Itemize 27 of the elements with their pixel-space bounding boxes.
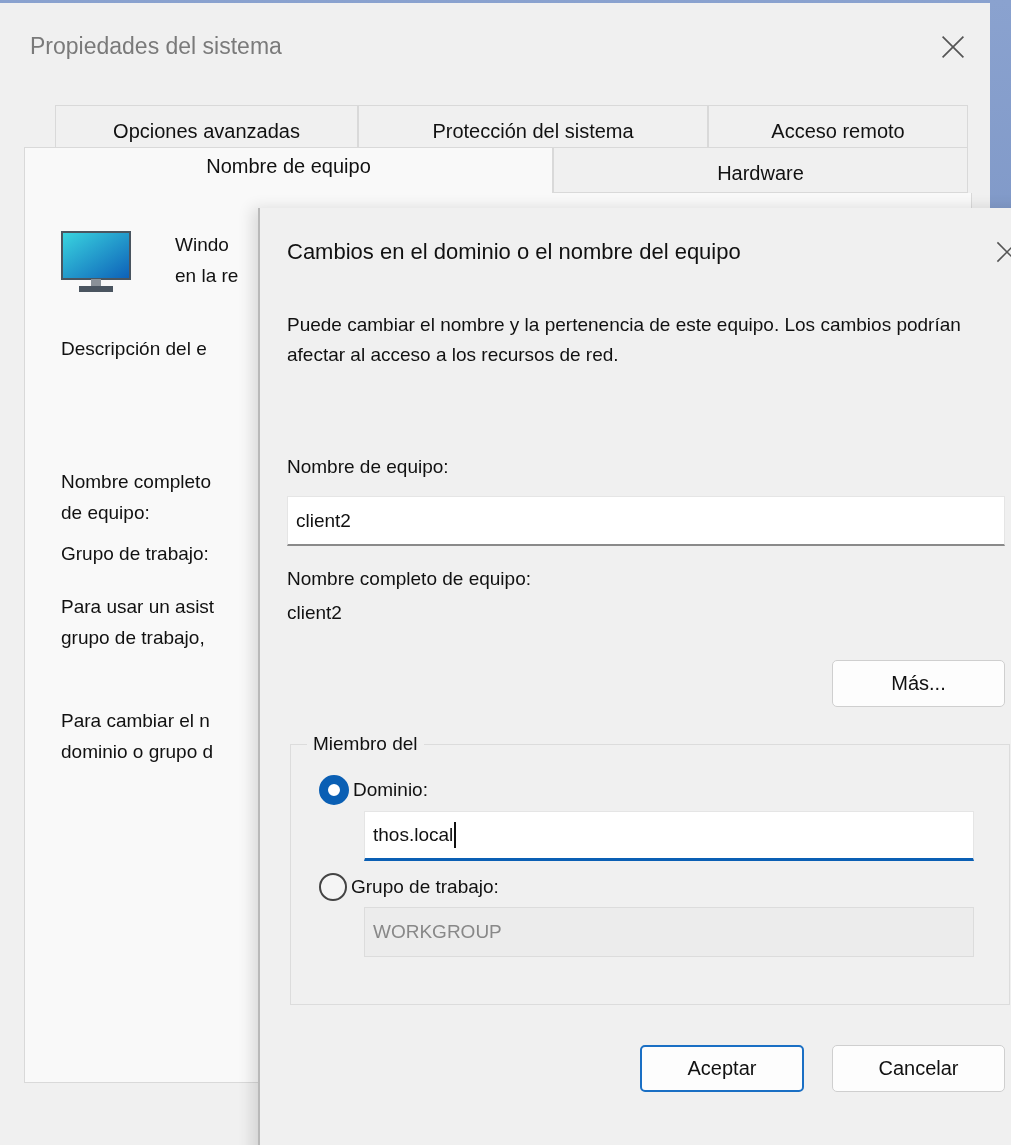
computer-name-label: Nombre de equipo:	[287, 456, 450, 478]
tab[interactable]: Nombre de equipo	[24, 147, 553, 193]
change-text: Para cambiar el n dominio o grupo d	[61, 709, 214, 764]
window-title: Propiedades del sistema	[30, 33, 282, 60]
full-name-label: Nombre completo de equipo:	[61, 470, 211, 525]
tab[interactable]: Hardware	[553, 147, 968, 193]
close-icon	[940, 33, 966, 60]
monitor-icon	[61, 231, 131, 293]
computer-name-field[interactable]: client2	[287, 496, 1005, 546]
text-cursor	[454, 822, 457, 848]
ok-button[interactable]: Aceptar	[640, 1045, 804, 1092]
workgroup-label: Grupo de trabajo:	[61, 542, 209, 566]
dialog-message: Puede cambiar el nombre y la pertenencia de este equipo. Los cambios podrían afectar al acceso a los recursos de red.	[287, 313, 962, 367]
dialog-title: Cambios en el dominio o el nombre del equipo	[287, 239, 741, 265]
group-legend: Miembro del	[307, 733, 424, 755]
description-label: Descripción del e	[61, 337, 207, 361]
more-button[interactable]: Más...	[832, 660, 1005, 707]
wizard-text: Para usar un asist grupo de trabajo,	[61, 595, 215, 650]
radio-label: Dominio:	[353, 779, 428, 801]
intro-text: Windo en la re	[175, 233, 239, 288]
domain-field[interactable]: thos.local	[364, 811, 974, 861]
radio-button[interactable]	[319, 873, 347, 901]
cancel-button[interactable]: Cancelar	[832, 1045, 1005, 1092]
radio-label: Grupo de trabajo:	[351, 876, 499, 898]
full-name-value: client2	[287, 602, 343, 624]
radio-button[interactable]	[319, 775, 349, 805]
full-name-label: Nombre completo de equipo:	[287, 568, 532, 590]
